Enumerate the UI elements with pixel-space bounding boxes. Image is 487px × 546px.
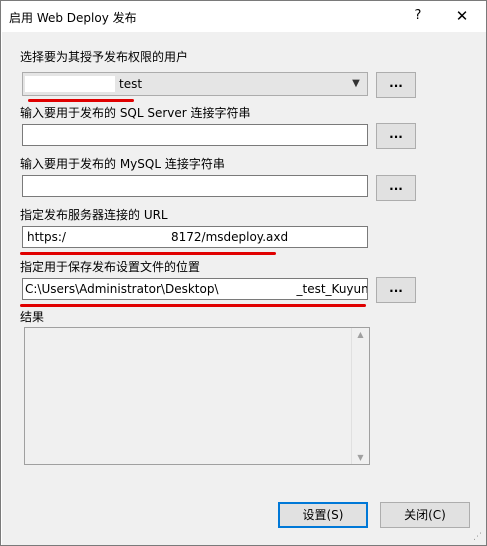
- scroll-down-icon[interactable]: ▼: [352, 453, 369, 462]
- close-icon[interactable]: ✕: [447, 5, 477, 27]
- results-label: 结果: [20, 310, 45, 324]
- close-button[interactable]: 关闭(C): [380, 502, 470, 528]
- user-value: test: [119, 77, 143, 91]
- redacted-area: [25, 76, 115, 92]
- user-combobox[interactable]: test ▼: [22, 72, 368, 96]
- sql-connection-input[interactable]: [22, 124, 368, 146]
- annotation-underline: [28, 99, 134, 102]
- url-input[interactable]: https:/ 8172/msdeploy.axd: [22, 226, 368, 248]
- url-label: 指定发布服务器连接的 URL: [20, 208, 168, 222]
- dialog-content: 选择要为其授予发布权限的用户 test ▼ ... 输入要用于发布的 SQL S…: [2, 32, 486, 545]
- user-browse-button[interactable]: ...: [376, 72, 416, 98]
- url-value-suffix: 8172/msdeploy.axd: [170, 230, 289, 244]
- location-value-suffix: _test_Kuyun: [296, 282, 368, 296]
- mysql-browse-button[interactable]: ...: [376, 175, 416, 201]
- user-label: 选择要为其授予发布权限的用户: [20, 50, 189, 64]
- chevron-down-icon[interactable]: ▼: [349, 73, 363, 95]
- location-label: 指定用于保存发布设置文件的位置: [20, 260, 201, 274]
- mysql-connection-input[interactable]: [22, 175, 368, 197]
- results-textbox[interactable]: ▲ ▼: [24, 327, 370, 465]
- title-bar: 启用 Web Deploy 发布 ? ✕: [1, 1, 486, 31]
- web-deploy-dialog: 启用 Web Deploy 发布 ? ✕ 选择要为其授予发布权限的用户 test…: [0, 0, 487, 546]
- location-input[interactable]: C:\Users\Administrator\Desktop\ _test_Kuy…: [22, 278, 368, 300]
- sql-label: 输入要用于发布的 SQL Server 连接字符串: [20, 106, 251, 120]
- sql-browse-button[interactable]: ...: [376, 123, 416, 149]
- mysql-label: 输入要用于发布的 MySQL 连接字符串: [20, 157, 225, 171]
- window-title: 启用 Web Deploy 发布: [9, 11, 137, 25]
- resize-grip-icon[interactable]: ⋰: [473, 532, 483, 542]
- location-browse-button[interactable]: ...: [376, 277, 416, 303]
- url-value-prefix: https:/: [27, 230, 66, 244]
- results-scrollbar[interactable]: ▲ ▼: [351, 328, 369, 464]
- help-button[interactable]: ?: [403, 5, 433, 27]
- scroll-up-icon[interactable]: ▲: [352, 330, 369, 339]
- location-value-prefix: C:\Users\Administrator\Desktop\: [25, 282, 219, 296]
- annotation-underline: [20, 304, 366, 307]
- annotation-underline: [20, 252, 276, 255]
- setup-button[interactable]: 设置(S): [278, 502, 368, 528]
